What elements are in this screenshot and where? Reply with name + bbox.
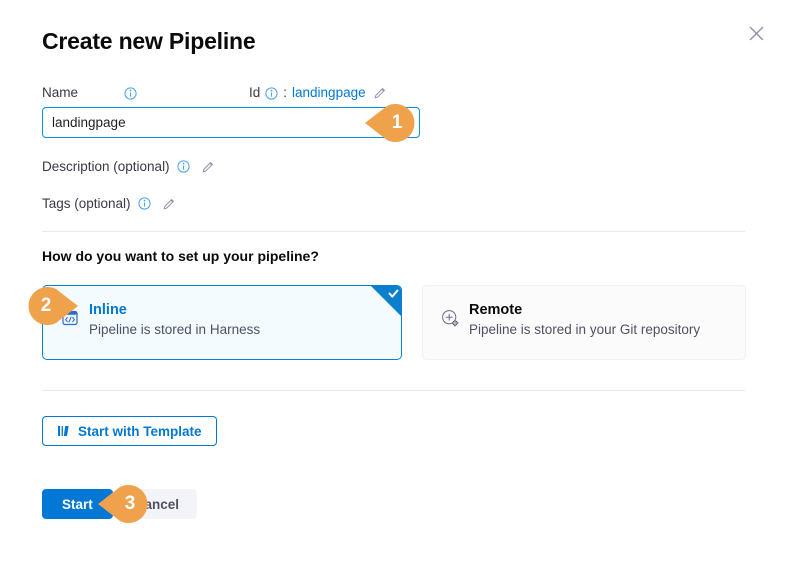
id-group: Id : landingpage [249,85,387,100]
dialog-footer: Start Cancel [42,489,198,519]
tags-row: Tags (optional) [42,196,176,211]
id-info-icon[interactable] [265,86,278,100]
close-icon[interactable] [744,21,768,45]
description-label: Description (optional) [42,159,170,174]
add-description-pencil-icon[interactable] [201,160,215,174]
divider-bottom [42,390,745,391]
setup-option-subtitle: Pipeline is stored in your Git repositor… [469,322,701,337]
id-label: Id [249,85,261,100]
start-with-template-label: Start with Template [78,423,202,439]
setup-option-inline[interactable]: Inline Pipeline is stored in Harness [42,285,402,360]
setup-option-title: Inline [89,302,127,318]
id-separator: : [283,85,288,100]
tags-info-icon[interactable] [137,197,151,210]
page-title: Create new Pipeline [42,28,256,54]
name-input[interactable] [42,107,420,138]
tags-label: Tags (optional) [42,196,131,211]
setup-option-remote[interactable]: Remote Pipeline is stored in your Git re… [422,285,746,360]
setup-option-subtitle: Pipeline is stored in Harness [89,322,261,337]
start-button[interactable]: Start [42,489,113,519]
harness-inline-icon [60,308,80,328]
template-icon [57,424,71,438]
description-row: Description (optional) [42,159,215,174]
setup-options: Inline Pipeline is stored in Harness Rem… [42,285,746,360]
selected-check-icon [371,286,401,316]
id-value: landingpage [292,85,366,100]
description-info-icon[interactable] [176,160,190,173]
setup-question: How do you want to set up your pipeline? [42,248,319,264]
setup-option-title: Remote [469,302,523,318]
divider-top [42,231,745,232]
add-tags-pencil-icon[interactable] [162,197,176,211]
cancel-button[interactable]: Cancel [116,489,198,519]
name-label: Name [42,85,79,100]
git-remote-icon [440,308,460,328]
name-info-icon[interactable] [124,87,137,100]
name-id-row: Name Id : landingpage [42,84,702,106]
edit-id-pencil-icon[interactable] [373,86,387,100]
start-with-template-button[interactable]: Start with Template [42,416,217,446]
create-pipeline-dialog: Create new Pipeline Name Id : landingpag… [0,0,790,563]
